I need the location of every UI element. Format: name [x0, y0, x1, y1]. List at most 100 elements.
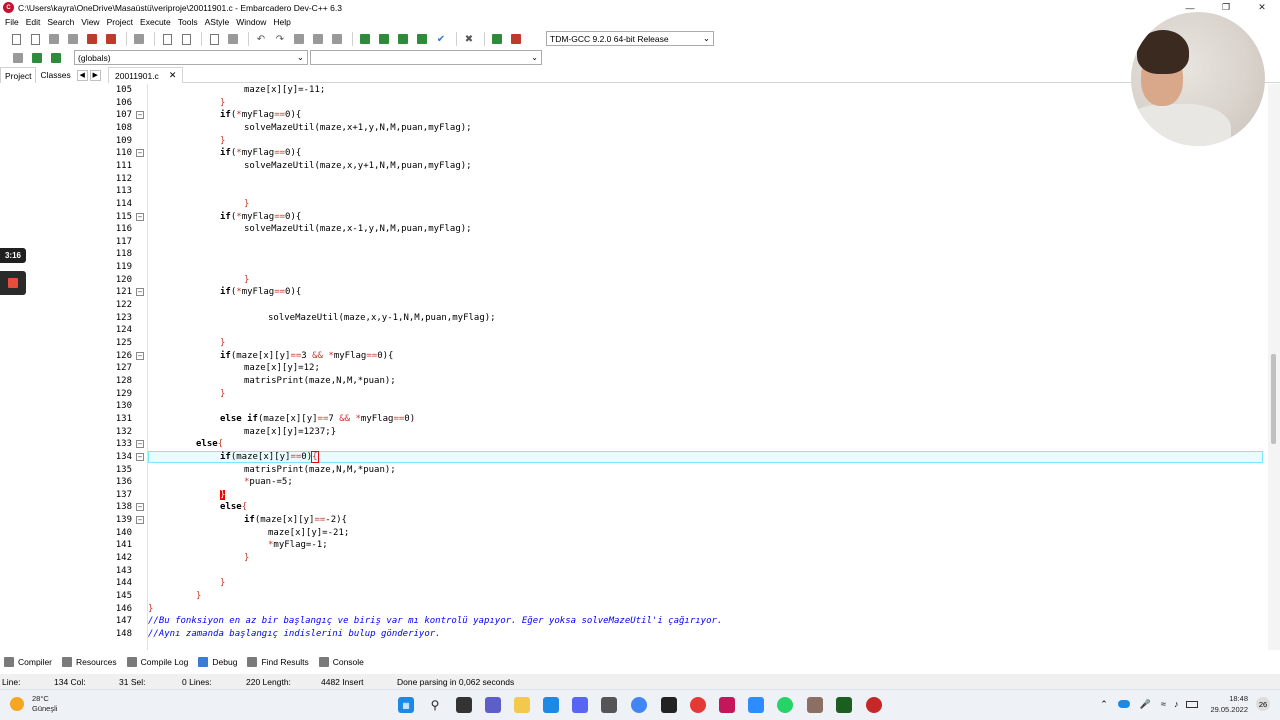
- forward-icon[interactable]: [310, 31, 326, 47]
- code-line[interactable]: 113: [108, 185, 1268, 198]
- code-line[interactable]: 111 solveMazeUtil(maze,x,y+1,N,M,puan,myF…: [108, 160, 1268, 173]
- code-line[interactable]: 139− if(maze[x][y]==-2){: [108, 514, 1268, 527]
- toggle-comment-icon[interactable]: [329, 31, 345, 47]
- code-line[interactable]: 109}: [108, 135, 1268, 148]
- vertical-scrollbar[interactable]: [1268, 84, 1280, 650]
- menu-edit[interactable]: Edit: [23, 17, 44, 27]
- fold-toggle-icon[interactable]: −: [136, 516, 144, 525]
- fold-toggle-icon[interactable]: −: [136, 111, 144, 120]
- code-line[interactable]: 142}: [108, 552, 1268, 565]
- code-line[interactable]: 130: [108, 400, 1268, 413]
- dev-cpp-app-icon[interactable]: C: [3, 2, 14, 13]
- chevron-up-icon[interactable]: ⌃: [1100, 699, 1108, 710]
- weather-widget[interactable]: 28°C Güneşli: [10, 694, 57, 714]
- menu-view[interactable]: View: [78, 17, 102, 27]
- save-all-icon[interactable]: [65, 31, 81, 47]
- code-line[interactable]: 146}: [108, 603, 1268, 616]
- code-line[interactable]: 107− if(*myFlag==0){: [108, 109, 1268, 122]
- scope-select[interactable]: (globals) ⌄: [74, 50, 308, 65]
- project-options-icon[interactable]: [414, 31, 430, 47]
- new-file-icon[interactable]: [8, 31, 24, 47]
- fold-toggle-icon[interactable]: −: [136, 452, 144, 461]
- code-line[interactable]: 145}: [108, 590, 1268, 603]
- code-line[interactable]: 125}: [108, 337, 1268, 350]
- code-line[interactable]: 115− if(*myFlag==0){: [108, 211, 1268, 224]
- code-line[interactable]: 116 solveMazeUtil(maze,x-1,y,N,M,puan,myF…: [108, 223, 1268, 236]
- close-file-icon[interactable]: [84, 31, 100, 47]
- toggle-bookmark-icon[interactable]: [29, 50, 45, 66]
- code-line[interactable]: 141 *myFlag=-1;: [108, 539, 1268, 552]
- onedrive-icon[interactable]: [1117, 700, 1130, 708]
- chart-icon[interactable]: [489, 31, 505, 47]
- code-line[interactable]: 135 matrisPrint(maze,N,M,*puan);: [108, 464, 1268, 477]
- tab-project[interactable]: Project: [0, 67, 37, 83]
- code-line[interactable]: 120}: [108, 274, 1268, 287]
- restore-icon[interactable]: ❐: [1208, 0, 1244, 15]
- menu-project[interactable]: Project: [104, 17, 136, 27]
- chip-icon[interactable]: [836, 697, 852, 713]
- code-line[interactable]: 148 //Aynı zamanda başlangıç indislerini …: [108, 628, 1268, 641]
- tab-find-results[interactable]: Find Results: [247, 656, 309, 667]
- task-view-icon[interactable]: [456, 697, 472, 713]
- code-line[interactable]: 143: [108, 565, 1268, 578]
- minecraft-icon[interactable]: [807, 697, 823, 713]
- find-icon[interactable]: [159, 31, 175, 47]
- chrome-icon[interactable]: [631, 697, 647, 713]
- print-icon[interactable]: [131, 31, 147, 47]
- project-browser[interactable]: [0, 83, 108, 650]
- profile-icon[interactable]: [508, 31, 524, 47]
- tab-console[interactable]: Console: [318, 656, 364, 667]
- code-line[interactable]: 114}: [108, 198, 1268, 211]
- code-line[interactable]: 112: [108, 173, 1268, 186]
- tab-compile-log[interactable]: Compile Log: [126, 656, 188, 667]
- goto-bookmark-icon[interactable]: [48, 50, 64, 66]
- chevron-left-icon[interactable]: ◀: [76, 69, 88, 81]
- fold-toggle-icon[interactable]: −: [136, 149, 144, 158]
- undo-icon[interactable]: ↶: [253, 31, 269, 47]
- terminal-icon[interactable]: [661, 697, 677, 713]
- code-line[interactable]: 131 else if(maze[x][y]==7 && *myFlag==0): [108, 413, 1268, 426]
- code-line[interactable]: 144}: [108, 577, 1268, 590]
- code-line[interactable]: 106}: [108, 97, 1268, 110]
- code-line[interactable]: 119: [108, 261, 1268, 274]
- code-line[interactable]: 127 maze[x][y]=12;: [108, 362, 1268, 375]
- menu-execute[interactable]: Execute: [137, 17, 174, 27]
- wifi-icon[interactable]: ≈: [1161, 699, 1166, 709]
- fold-toggle-icon[interactable]: −: [136, 503, 144, 512]
- code-line[interactable]: 136 *puan-=5;: [108, 476, 1268, 489]
- menu-window[interactable]: Window: [233, 17, 269, 27]
- menu-file[interactable]: File: [2, 17, 22, 27]
- code-line[interactable]: 128 matrisPrint(maze,N,M,*puan);: [108, 375, 1268, 388]
- tab-compiler[interactable]: Compiler: [4, 656, 52, 667]
- code-line[interactable]: 110− if(*myFlag==0){: [108, 147, 1268, 160]
- fold-toggle-icon[interactable]: −: [136, 440, 144, 449]
- fold-toggle-icon[interactable]: −: [136, 212, 144, 221]
- menu-tools[interactable]: Tools: [175, 17, 201, 27]
- zoom-icon[interactable]: [748, 697, 764, 713]
- delete-icon[interactable]: ✖: [461, 31, 477, 47]
- code-line[interactable]: 140 maze[x][y]=-21;: [108, 527, 1268, 540]
- chevron-right-icon[interactable]: ▶: [89, 69, 101, 81]
- close-all-icon[interactable]: [103, 31, 119, 47]
- code-editor[interactable]: 105 maze[x][y]=-11; 106} 107− if(*myFlag==0)…: [108, 84, 1268, 650]
- dev-cpp-taskbar-icon[interactable]: [866, 697, 882, 713]
- fold-toggle-icon[interactable]: −: [136, 351, 144, 360]
- code-line[interactable]: 123 solveMazeUtil(maze,x,y-1,N,M,puan,myF…: [108, 312, 1268, 325]
- windows-start-icon[interactable]: ▦: [398, 697, 414, 713]
- clock[interactable]: 18:48 29.05.2022: [1210, 693, 1248, 715]
- code-line[interactable]: 118: [108, 248, 1268, 261]
- notification-badge[interactable]: 26: [1256, 697, 1270, 711]
- code-line[interactable]: 124: [108, 324, 1268, 337]
- code-line[interactable]: 133− else{: [108, 438, 1268, 451]
- insert-icon[interactable]: [10, 50, 26, 66]
- volume-icon[interactable]: ♪: [1174, 699, 1179, 709]
- close-icon[interactable]: ✕: [1244, 0, 1280, 15]
- menu-help[interactable]: Help: [270, 17, 293, 27]
- code-line[interactable]: 105 maze[x][y]=-11;: [108, 84, 1268, 97]
- save-icon[interactable]: [46, 31, 62, 47]
- compiler-select[interactable]: TDM-GCC 9.2.0 64-bit Release ⌄: [546, 31, 714, 46]
- code-line[interactable]: 108 solveMazeUtil(maze,x+1,y,N,M,puan,myF…: [108, 122, 1268, 135]
- tab-debug[interactable]: Debug: [198, 656, 237, 667]
- photos-icon[interactable]: [601, 697, 617, 713]
- mail-icon[interactable]: [543, 697, 559, 713]
